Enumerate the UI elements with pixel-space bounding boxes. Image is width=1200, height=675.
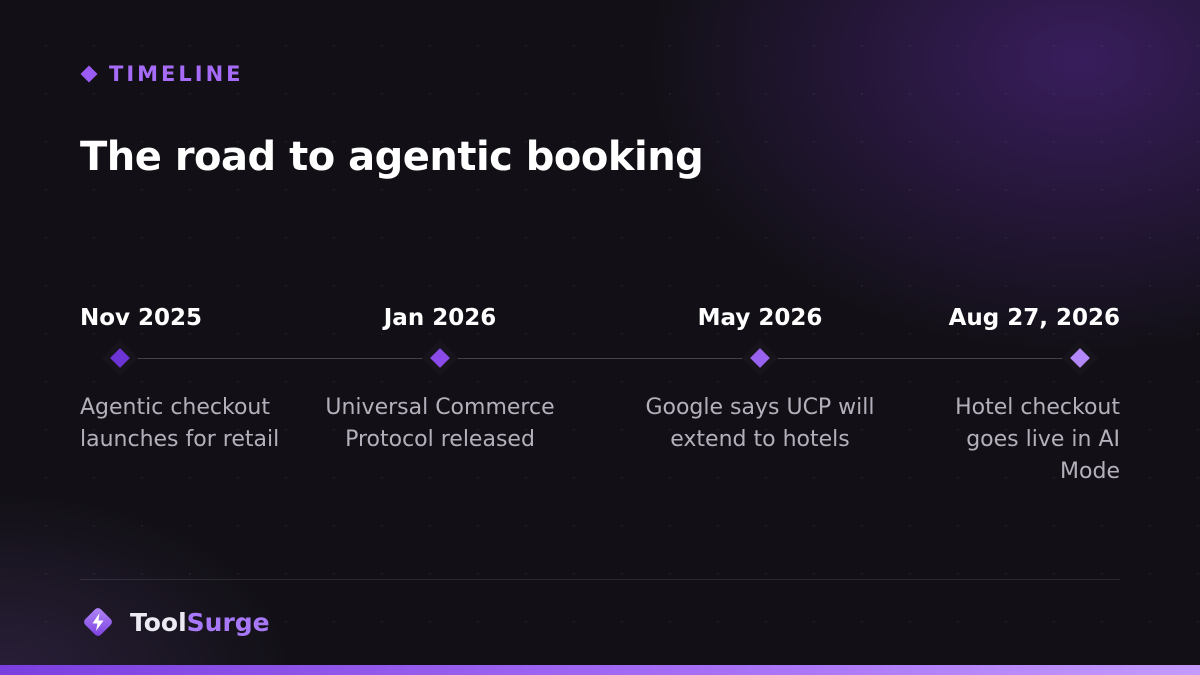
milestone-date: Jan 2026 [383,305,497,331]
diamond-icon [80,65,98,83]
eyebrow-label: TIMELINE [109,62,244,86]
brand: ToolSurge [80,604,270,640]
milestone-description: Universal Commerce Protocol released [325,395,555,452]
milestone-description: Hotel checkout goes live in AI Mode [955,395,1120,484]
brand-name: ToolSurge [130,607,270,637]
milestone-description: Google says UCP will extend to hotels [645,395,875,452]
milestone-date: May 2026 [697,305,823,331]
timeline-track [120,358,1080,359]
lightning-bolt-icon [80,604,116,640]
background-dot-grid [0,0,1200,675]
eyebrow: TIMELINE [80,62,244,86]
page-title: The road to agentic booking [80,134,704,180]
bottom-accent-bar [0,665,1200,675]
milestone-description: Agentic checkout launches for retail [80,395,280,452]
milestone-date: Aug 27, 2026 [948,305,1120,331]
milestone-date: Nov 2025 [80,305,203,331]
footer-divider [80,579,1120,580]
